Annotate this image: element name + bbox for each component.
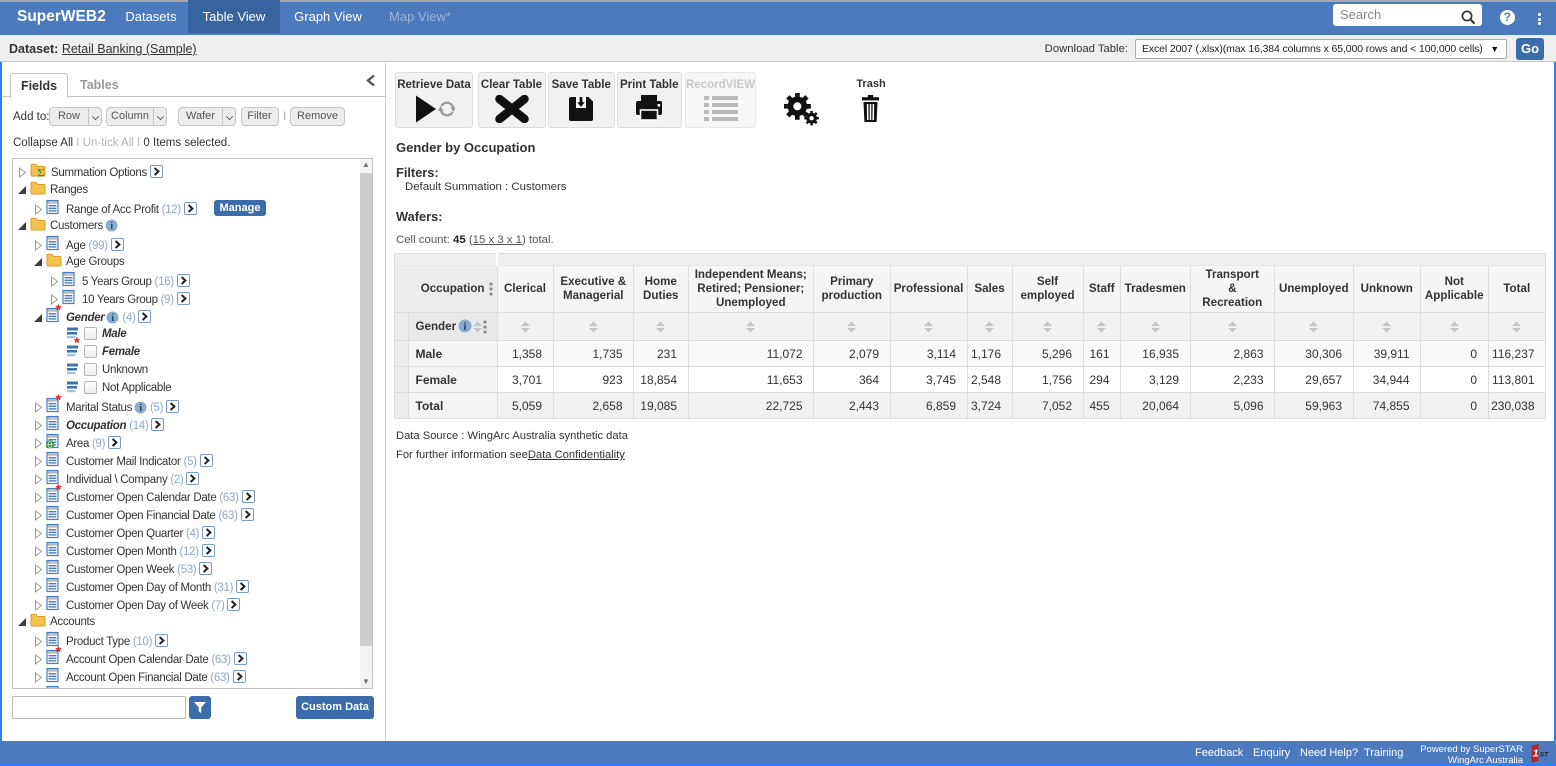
svg-text:Σ: Σ (37, 166, 45, 179)
svg-text:*: * (74, 335, 80, 352)
svg-text:i: i (139, 403, 142, 414)
svg-text:1: 1 (1533, 748, 1539, 760)
svg-text:*: * (56, 302, 62, 319)
svg-text:i: i (112, 313, 115, 324)
svg-text:i: i (464, 321, 467, 333)
svg-text:ST: ST (1540, 752, 1550, 759)
svg-text:i: i (110, 221, 113, 232)
svg-text:*: * (56, 392, 62, 409)
svg-text:*: * (56, 644, 62, 661)
svg-text:*: * (56, 482, 62, 499)
